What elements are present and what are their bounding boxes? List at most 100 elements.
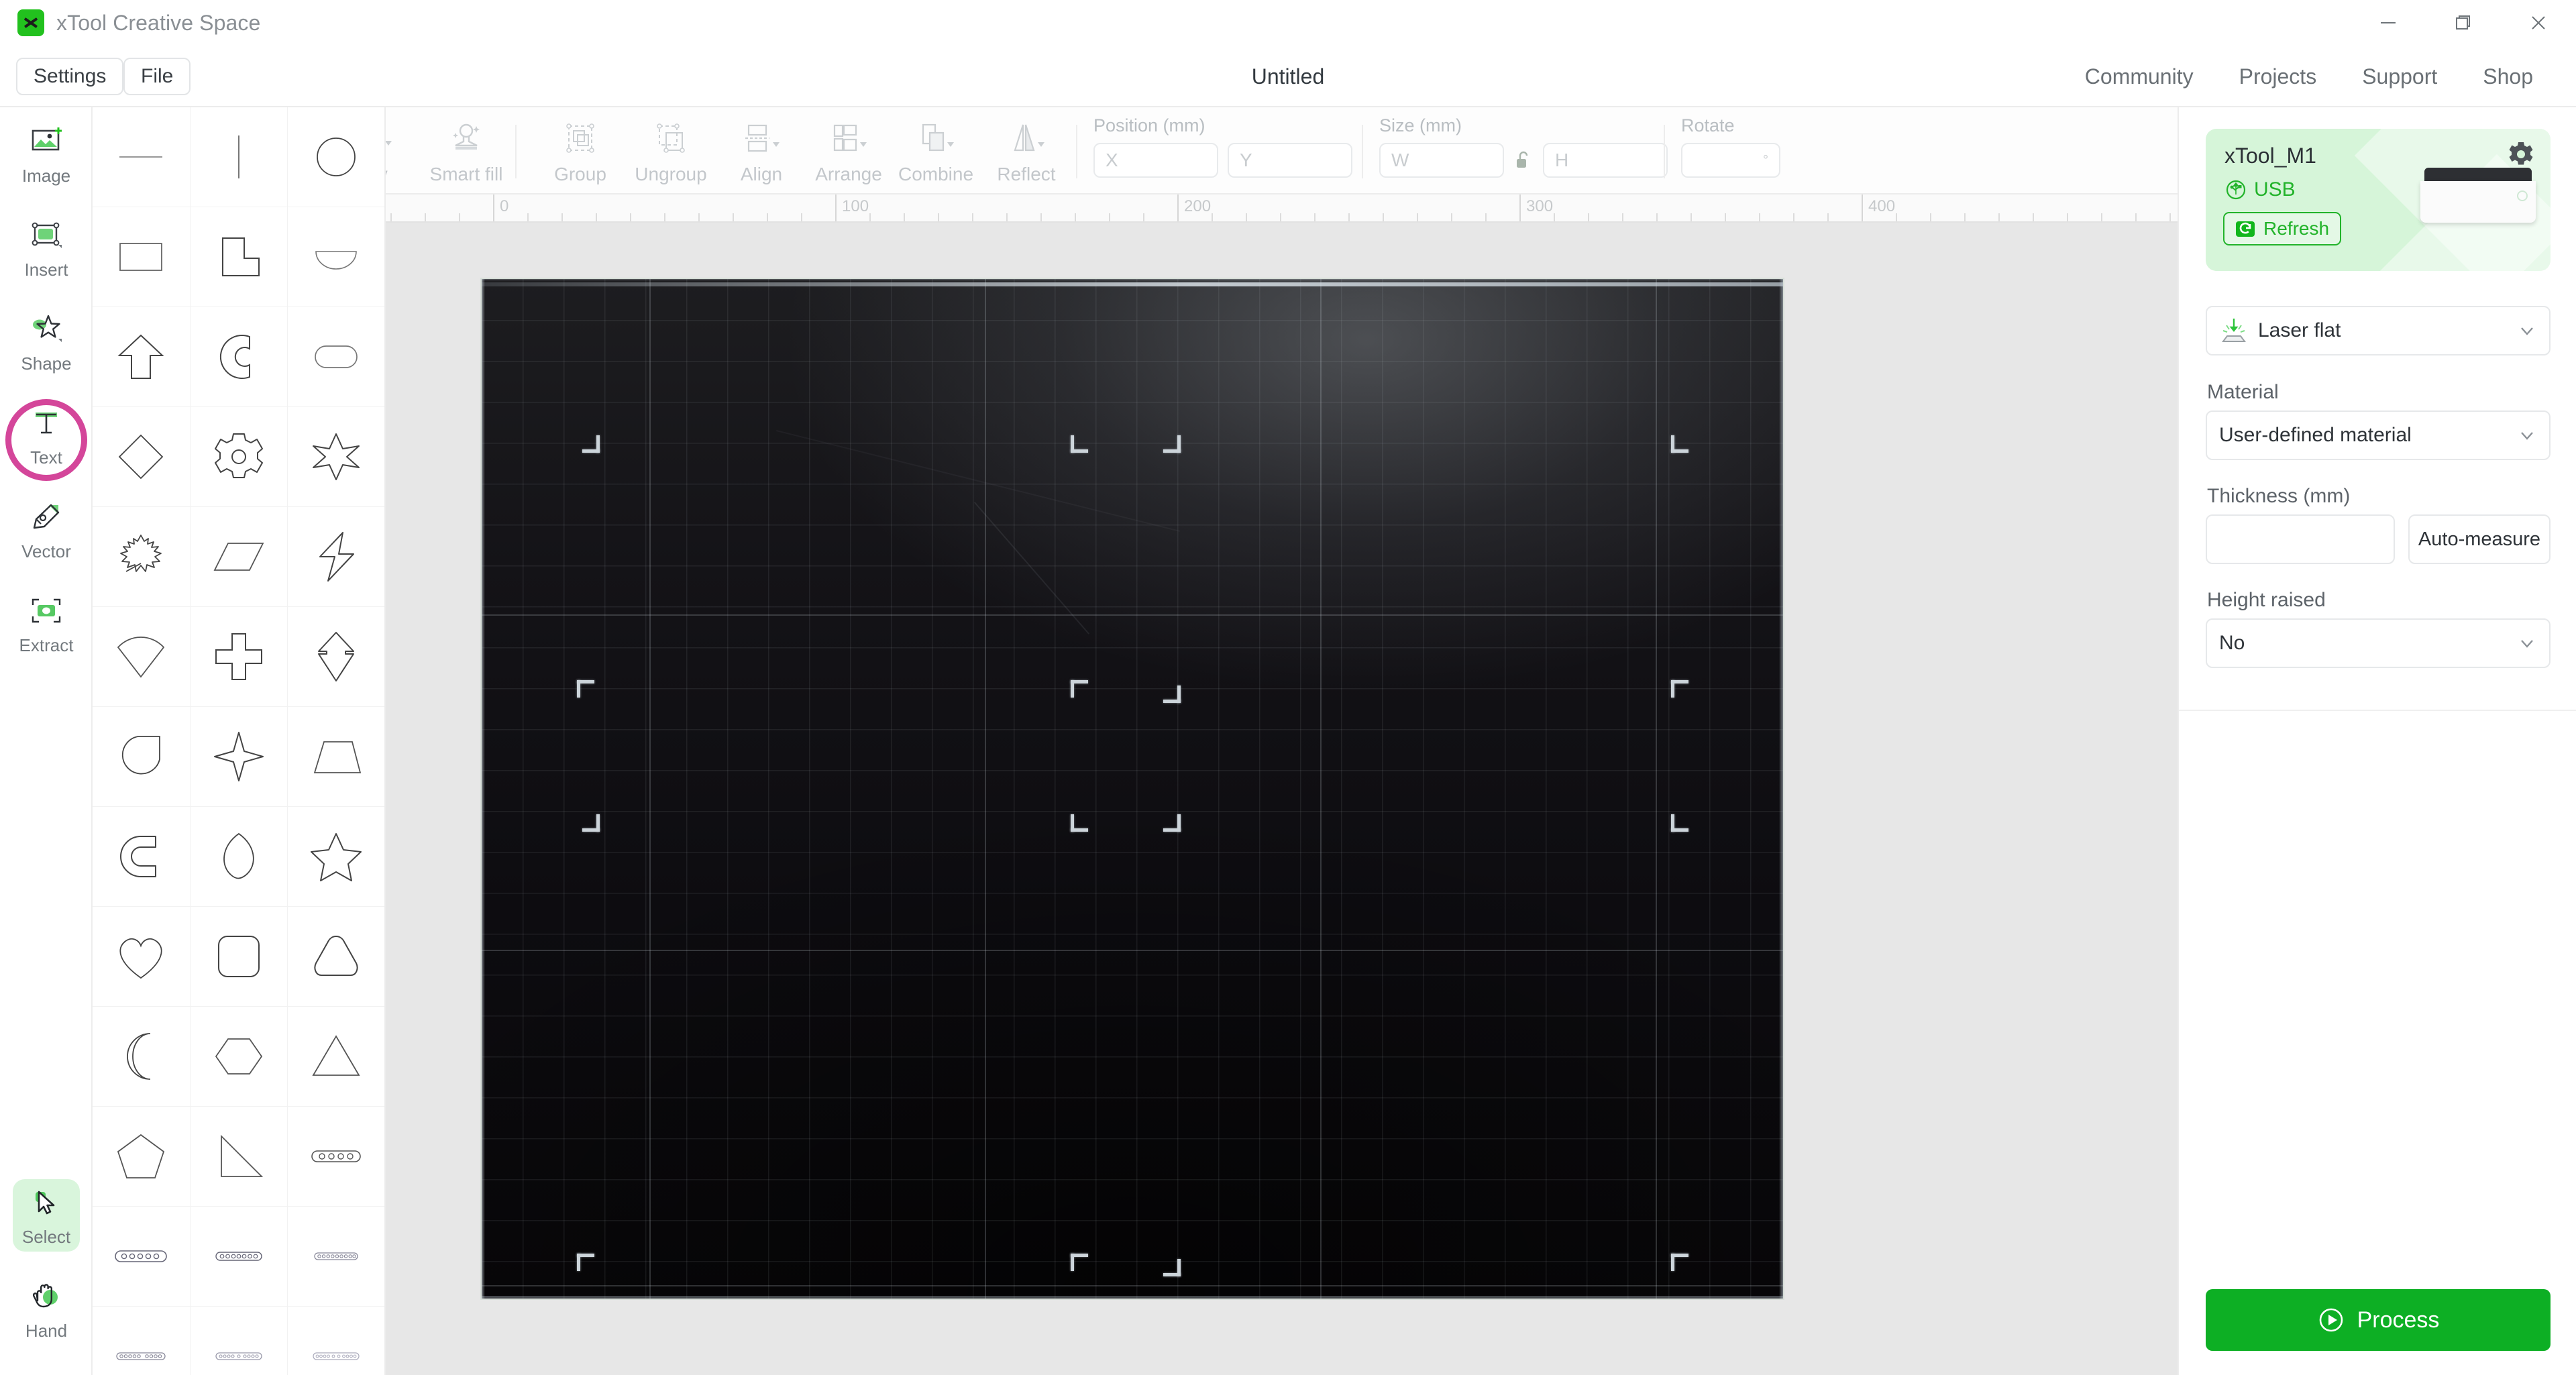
shape-pentagon[interactable] — [93, 1107, 191, 1207]
bed-right-edge — [1779, 279, 1783, 1299]
shape-double-arrow-vertical[interactable] — [288, 607, 384, 707]
shape-five-point-star[interactable] — [288, 807, 384, 907]
shape-rounded-triangle[interactable] — [288, 907, 384, 1007]
auto-measure-button[interactable]: Auto-measure — [2408, 514, 2551, 564]
nav-link-projects[interactable]: Projects — [2216, 64, 2340, 89]
ruler-minor-tick — [698, 213, 700, 221]
title-bar: xTool Creative Space — [0, 0, 2576, 46]
unlocked-padlock-icon[interactable] — [1513, 150, 1534, 170]
shape-strap-12-holes[interactable] — [288, 1307, 384, 1375]
camera-preview[interactable] — [482, 279, 1783, 1299]
shape-right-triangle[interactable] — [190, 1107, 288, 1207]
shape-c-shape[interactable] — [93, 807, 191, 907]
shape-six-point-star[interactable] — [288, 407, 384, 507]
position-y-input[interactable]: Y — [1228, 143, 1352, 178]
rotate-label: Rotate — [1681, 115, 1735, 135]
sidebar-item-shape[interactable]: Shape — [0, 295, 93, 389]
height-raised-select[interactable]: No — [2206, 618, 2551, 668]
shape-rectangle[interactable] — [93, 207, 191, 307]
shape-pie-sector[interactable] — [93, 607, 191, 707]
shape-rounded-square[interactable] — [190, 907, 288, 1007]
sidebar-item-vector[interactable]: Vector — [0, 483, 93, 577]
registration-marker — [577, 809, 600, 832]
shape-plus-cross[interactable] — [190, 607, 288, 707]
bed-grid-major — [482, 279, 1783, 1299]
registration-marker — [1071, 680, 1093, 703]
size-h-input[interactable]: H — [1543, 143, 1668, 178]
nav-link-support[interactable]: Support — [2339, 64, 2460, 89]
registration-marker — [1671, 809, 1694, 832]
text-icon — [29, 404, 64, 442]
sidebar-label-vector: Vector — [21, 541, 71, 561]
sidebar-item-image[interactable]: Image — [0, 107, 93, 201]
minimize-button[interactable] — [2351, 0, 2426, 46]
registration-marker — [1158, 430, 1181, 453]
shape-lightning-bolt[interactable] — [288, 507, 384, 607]
shape-horizontal-line[interactable] — [93, 107, 191, 207]
shape-semicircle[interactable] — [288, 207, 384, 307]
ruler-minor-tick — [630, 213, 631, 221]
sidebar-item-select[interactable]: Select — [0, 1168, 93, 1262]
mode-select[interactable]: Laser flat — [2206, 306, 2551, 355]
file-button[interactable]: File — [123, 58, 191, 95]
shape-maple-leaf[interactable] — [93, 507, 191, 607]
shape-gear[interactable] — [190, 407, 288, 507]
process-button[interactable]: Process — [2206, 1289, 2551, 1351]
shape-heart[interactable] — [93, 907, 191, 1007]
shape-strap-7-holes[interactable] — [190, 1207, 288, 1307]
size-w-input[interactable]: W — [1379, 143, 1504, 178]
refresh-button[interactable]: Refresh — [2223, 212, 2342, 245]
shape-vertical-line[interactable] — [190, 107, 288, 207]
shape-star-icon — [29, 311, 64, 348]
shape-strap-4-holes[interactable] — [288, 1107, 384, 1207]
ruler-minor-tick — [767, 213, 768, 221]
registration-marker — [1671, 680, 1694, 703]
sidebar-label-shape: Shape — [21, 353, 72, 374]
shape-stadium[interactable] — [288, 307, 384, 407]
shape-strap-5-holes[interactable] — [93, 1207, 191, 1307]
material-select[interactable]: User-defined material — [2206, 410, 2551, 460]
toolbar-item-arrange[interactable]: Arrange — [798, 114, 899, 189]
close-button[interactable] — [2501, 0, 2576, 46]
shape-quarter-round-square[interactable] — [93, 707, 191, 807]
shape-crescent-arc[interactable] — [190, 307, 288, 407]
shape-diamond[interactable] — [93, 407, 191, 507]
sidebar-item-hand[interactable]: Hand — [0, 1262, 93, 1356]
thickness-label: Thickness (mm) — [2207, 485, 2351, 507]
position-label: Position (mm) — [1093, 115, 1205, 135]
device-card: xTool_M1 USB Refresh — [2206, 129, 2551, 271]
shape-circle[interactable] — [288, 107, 384, 207]
gear-icon[interactable] — [2506, 140, 2536, 169]
shape-l-shape[interactable] — [190, 207, 288, 307]
toolbar-item-ungroup[interactable]: Ungroup — [621, 114, 721, 189]
rotate-input[interactable]: ° — [1681, 143, 1780, 178]
toolbar-item-reflect[interactable]: Reflect — [976, 114, 1077, 189]
nav-link-shop[interactable]: Shop — [2460, 64, 2556, 89]
position-x-input[interactable]: X — [1093, 143, 1218, 178]
size-group: Size (mm) W H — [1379, 115, 1668, 178]
maximize-restore-button[interactable] — [2426, 0, 2501, 46]
shape-parallelogram[interactable] — [190, 507, 288, 607]
toolbar-item-smart-fill[interactable]: Smart fill — [416, 114, 517, 189]
shape-strap-9-holes[interactable] — [288, 1207, 384, 1307]
toolbar-item-group[interactable]: Group — [530, 114, 631, 189]
ruler-minor-tick — [1348, 213, 1350, 221]
toolbar-item-combine[interactable]: Combine — [885, 114, 986, 189]
shape-crescent-moon[interactable] — [93, 1007, 191, 1107]
shape-leaf-oval[interactable] — [190, 807, 288, 907]
shape-trapezoid[interactable] — [288, 707, 384, 807]
shape-four-point-star[interactable] — [190, 707, 288, 807]
shape-arrow-up[interactable] — [93, 307, 191, 407]
sidebar-item-extract[interactable]: Extract — [0, 577, 93, 671]
nav-link-community[interactable]: Community — [2062, 64, 2216, 89]
shape-triangle[interactable] — [288, 1007, 384, 1107]
toolbar-item-align[interactable]: Align — [711, 114, 812, 189]
shape-grid — [93, 107, 384, 1375]
sidebar-item-text[interactable]: Text — [0, 389, 93, 483]
shape-strap-11-holes[interactable] — [191, 1307, 288, 1375]
thickness-input[interactable] — [2206, 514, 2395, 564]
shape-strap-10-holes[interactable] — [93, 1307, 191, 1375]
settings-button[interactable]: Settings — [16, 58, 124, 95]
sidebar-item-insert[interactable]: Insert — [0, 201, 93, 295]
shape-hexagon[interactable] — [190, 1007, 288, 1107]
